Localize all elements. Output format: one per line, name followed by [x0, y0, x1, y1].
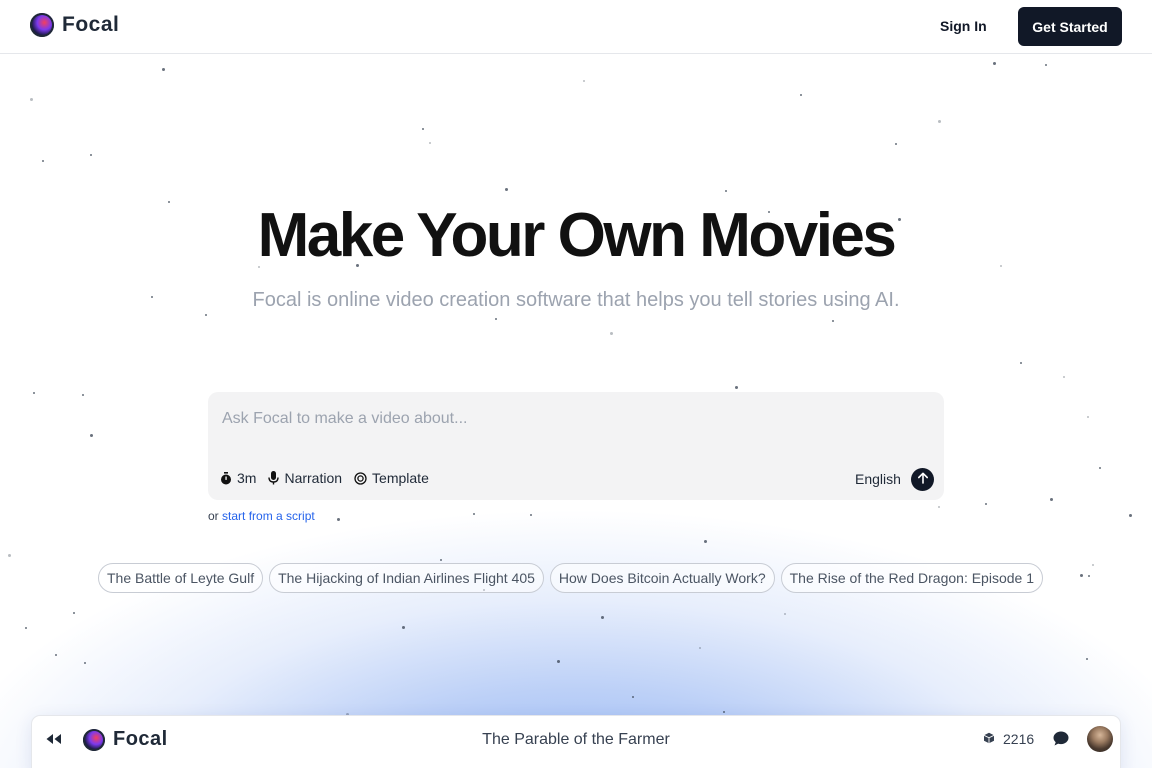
template-label: Template [372, 470, 429, 486]
star-dot [422, 128, 424, 130]
get-started-button[interactable]: Get Started [1018, 7, 1122, 46]
star-dot [938, 506, 940, 508]
suggestion-chips: The Battle of Leyte Gulf The Hijacking o… [98, 563, 1043, 593]
suggestion-chip[interactable]: The Hijacking of Indian Airlines Flight … [269, 563, 544, 593]
send-button[interactable] [911, 468, 934, 491]
star-dot [73, 612, 75, 614]
template-option[interactable]: Template [354, 470, 429, 486]
star-dot [632, 696, 634, 698]
star-dot [601, 616, 604, 619]
rewind-icon[interactable] [45, 731, 63, 752]
star-dot [704, 540, 707, 543]
focal-logo-icon [30, 13, 54, 37]
star-dot [610, 332, 613, 335]
star-dot [1092, 564, 1094, 566]
star-dot [784, 613, 786, 615]
star-dot [699, 647, 701, 649]
star-dot [30, 98, 33, 101]
star-dot [723, 711, 725, 713]
prompt-box: 3m Narration Template English [208, 392, 944, 500]
star-dot [402, 626, 405, 629]
star-dot [429, 142, 431, 144]
star-dot [25, 627, 27, 629]
hero-subtitle: Focal is online video creation software … [252, 289, 900, 311]
star-dot [90, 154, 92, 156]
star-dot [1045, 64, 1047, 66]
narration-label: Narration [284, 470, 343, 486]
player-logo[interactable]: Focal [83, 728, 168, 751]
script-line: or start from a script [208, 509, 315, 523]
star-dot [205, 314, 207, 316]
star-dot [1063, 376, 1065, 378]
star-dot [1050, 498, 1053, 501]
microphone-icon [268, 471, 280, 485]
star-dot [55, 654, 57, 656]
hero-title: Make Your Own Movies [257, 201, 897, 270]
user-avatar[interactable] [1087, 726, 1113, 752]
start-from-script-link[interactable]: start from a script [222, 509, 315, 523]
star-dot [495, 318, 497, 320]
star-dot [938, 120, 941, 123]
star-dot [985, 503, 987, 505]
star-dot [33, 392, 35, 394]
logo[interactable]: Focal [30, 13, 119, 37]
suggestion-chip[interactable]: The Battle of Leyte Gulf [98, 563, 264, 593]
star-dot [505, 188, 508, 191]
star-dot [530, 514, 532, 516]
star-dot [1086, 658, 1088, 660]
top-nav: Focal Sign In Get Started [0, 0, 1152, 54]
stopwatch-icon [220, 471, 232, 485]
sign-in-button[interactable]: Sign In [940, 18, 987, 34]
star-dot [42, 160, 44, 162]
player-logo-text: Focal [113, 728, 168, 750]
star-dot [473, 513, 475, 515]
video-title: The Parable of the Farmer [482, 731, 670, 748]
star-dot [1088, 575, 1090, 577]
star-dot [557, 660, 560, 663]
view-count-value: 2216 [1003, 731, 1035, 747]
star-dot [440, 559, 442, 561]
star-dot [82, 394, 84, 396]
star-dot [993, 62, 996, 65]
star-dot [800, 94, 802, 96]
star-dot [8, 554, 11, 557]
narration-option[interactable]: Narration [268, 470, 342, 486]
star-dot [84, 662, 86, 664]
target-icon [354, 471, 367, 485]
suggestion-chip[interactable]: The Rise of the Red Dragon: Episode 1 [780, 563, 1043, 593]
language-selector[interactable]: English [855, 471, 901, 487]
star-dot [832, 320, 834, 322]
star-dot [1080, 574, 1083, 577]
star-dot [895, 143, 897, 145]
cube-icon [983, 731, 995, 747]
star-dot [162, 68, 165, 71]
duration-label: 3m [237, 470, 257, 486]
view-count: 2216 [983, 731, 1034, 747]
star-dot [90, 434, 93, 437]
player-bar: Focal The Parable of the Farmer 2216 [32, 716, 1120, 768]
star-dot [583, 80, 585, 82]
arrow-up-icon [917, 471, 929, 489]
star-dot [1087, 416, 1089, 418]
suggestion-chip[interactable]: How Does Bitcoin Actually Work? [549, 563, 775, 593]
star-dot [1099, 467, 1101, 469]
star-dot [735, 386, 738, 389]
prompt-input[interactable] [222, 406, 922, 432]
script-prefix: or [208, 509, 219, 523]
logo-text: Focal [62, 13, 120, 36]
star-dot [1129, 514, 1132, 517]
prompt-options: 3m Narration Template [220, 470, 429, 486]
focal-logo-icon [83, 728, 105, 751]
comment-icon[interactable] [1053, 731, 1069, 751]
star-dot [725, 190, 727, 192]
star-dot [337, 518, 340, 521]
star-dot [1020, 362, 1022, 364]
duration-option[interactable]: 3m [220, 470, 256, 486]
